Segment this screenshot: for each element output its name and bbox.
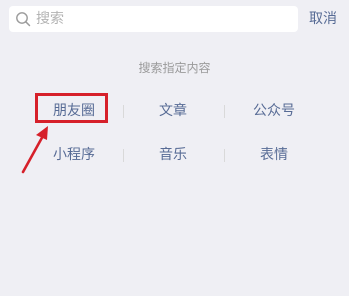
search-page: 取消 搜索指定内容 朋友圈 文章 公众号 小程序 音乐 表情 bbox=[0, 0, 349, 296]
category-row: 朋友圈 文章 公众号 bbox=[0, 96, 349, 126]
category-articles[interactable]: 文章 bbox=[123, 96, 223, 126]
category-official-accounts[interactable]: 公众号 bbox=[224, 96, 324, 126]
category-mini-programs[interactable]: 小程序 bbox=[24, 140, 124, 170]
cancel-button[interactable]: 取消 bbox=[309, 10, 337, 28]
search-bar[interactable] bbox=[9, 6, 298, 32]
category-music[interactable]: 音乐 bbox=[123, 140, 223, 170]
search-icon bbox=[16, 12, 31, 27]
section-title: 搜索指定内容 bbox=[138, 61, 211, 75]
category-moments[interactable]: 朋友圈 bbox=[24, 96, 124, 126]
category-row: 小程序 音乐 表情 bbox=[0, 140, 349, 170]
category-stickers[interactable]: 表情 bbox=[224, 140, 324, 170]
search-input[interactable] bbox=[36, 6, 286, 32]
